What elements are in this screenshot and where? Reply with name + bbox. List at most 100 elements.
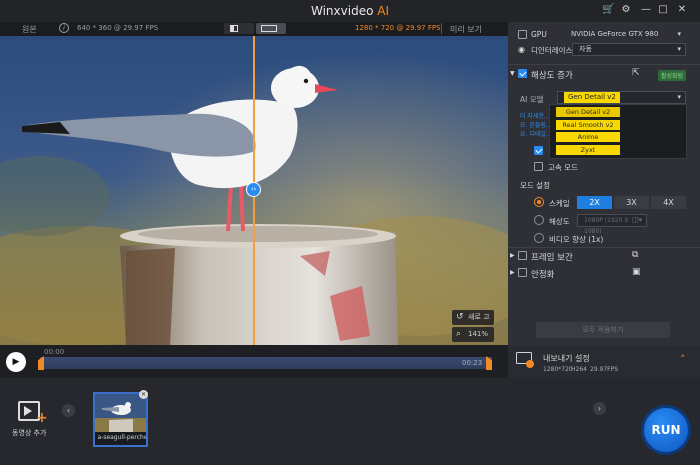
clip-thumbnail-image: [95, 394, 146, 432]
stabilize-label: 안정화: [531, 270, 555, 280]
chevron-left-icon: ‹: [66, 406, 71, 415]
output-info: 1280 * 720 @ 29.97 FPS: [355, 24, 441, 32]
expand-icon[interactable]: ▶: [510, 252, 515, 259]
export-title: 내보내기 설정: [543, 354, 590, 363]
upscale-checkbox[interactable]: [518, 69, 527, 78]
scroll-right-button[interactable]: ›: [593, 402, 606, 415]
plus-icon: +: [36, 410, 48, 426]
zoom-icon: ⌕: [456, 329, 462, 339]
preview-topbar: 원본 i 640 * 360 @ 29.97 FPS 1280 * 720 @ …: [0, 22, 508, 36]
split-handle-icon[interactable]: ‹›: [246, 182, 261, 197]
resize-icon[interactable]: ⇱: [632, 68, 640, 78]
app-title: Winxvideo AI: [0, 4, 700, 18]
scale-4x-button[interactable]: 4X: [651, 196, 686, 209]
video-clip-thumbnail[interactable]: a-seagull-perche: [93, 392, 148, 447]
clip-name: a-seagull-perche: [97, 434, 148, 441]
zoom-label: 141%: [468, 330, 489, 338]
chevron-right-icon: ›: [597, 404, 602, 413]
fast-mode-label: 고속 모드: [548, 163, 578, 172]
deinterlace-label: 디인터레이스: [531, 46, 573, 55]
quality-radio[interactable]: [534, 233, 544, 243]
divider: [508, 247, 700, 248]
gpu-value: NVIDIA GeForce GTX 980: [571, 30, 659, 38]
zoom-control[interactable]: ⌕ 141%: [452, 327, 494, 342]
dropdown-option[interactable]: Real Smooth v2: [556, 120, 620, 130]
add-video-label: 동영상 추가: [12, 429, 47, 437]
original-label: 원본: [22, 25, 37, 34]
stabilize-checkbox[interactable]: [518, 268, 527, 277]
dropdown-option[interactable]: Gen Detail v2: [556, 107, 620, 117]
minimize-icon[interactable]: —: [640, 4, 652, 16]
app-title-ai: AI: [377, 4, 389, 18]
gpu-select[interactable]: NVIDIA GeForce GTX 980 ▾: [564, 28, 686, 41]
scale-label: 스케일: [549, 199, 570, 208]
split-view-button[interactable]: [224, 23, 254, 34]
option-checkbox[interactable]: [534, 146, 543, 155]
cart-icon[interactable]: 🛒: [602, 4, 614, 16]
close-icon[interactable]: ✕: [676, 4, 688, 16]
gear-icon[interactable]: ⚙: [620, 4, 632, 16]
divider: [441, 23, 442, 34]
export-fps: 29.97FPS: [590, 366, 619, 373]
side-by-side-icon: [261, 25, 277, 32]
apply-all-label: 모두 적용하기: [582, 326, 624, 334]
desc-line: 요. 흔들림…: [520, 122, 552, 129]
split-view-icon: [230, 25, 238, 32]
run-button[interactable]: RUN: [641, 405, 691, 455]
dropdown-option[interactable]: Zyxt: [556, 145, 620, 155]
timeline-track[interactable]: [40, 357, 492, 369]
deinterlace-select[interactable]: 자동 ▾: [572, 43, 686, 56]
original-info: 640 * 360 @ 29.97 FPS: [77, 24, 159, 32]
export-res: 1280*720: [543, 366, 573, 373]
deinterlace-value: 자동: [579, 45, 592, 53]
run-label: RUN: [651, 423, 681, 437]
resolution-radio[interactable]: [534, 215, 544, 225]
export-codec: H264: [571, 366, 587, 373]
play-button[interactable]: ▶: [6, 352, 26, 372]
model-label: AI 모델: [520, 95, 544, 104]
scale-3x-button[interactable]: 3X: [614, 196, 649, 209]
gpu-label: GPU: [531, 30, 547, 39]
app-title-main: Winxvideo: [311, 4, 374, 18]
title-bar: Winxvideo AI 🛒 ⚙ — □ ✕: [0, 0, 700, 22]
chevron-down-icon: ▾: [677, 30, 681, 38]
frame-interp-checkbox[interactable]: [518, 251, 527, 260]
chevron-down-icon: ▾: [677, 93, 681, 101]
divider: [508, 64, 700, 65]
remove-clip-icon[interactable]: ✕: [139, 390, 148, 399]
play-icon: ▶: [12, 357, 20, 367]
scale-2x-button[interactable]: 2X: [577, 196, 612, 209]
scale-radio[interactable]: [534, 197, 544, 207]
quality-label: 비디오 향상 (1x): [549, 235, 604, 244]
expand-icon[interactable]: ▶: [510, 269, 515, 276]
chevron-down-icon: ▾: [677, 45, 681, 53]
mode-settings-label: 모드 설정: [520, 181, 550, 190]
link-icon: ◫: [632, 215, 640, 224]
dropdown-option[interactable]: Anime: [556, 132, 620, 142]
info-icon[interactable]: i: [59, 23, 69, 33]
camera-icon: ▣: [632, 267, 641, 277]
model-select[interactable]: Gen Detail v2 ▾: [557, 91, 686, 104]
frames-icon: ⧉: [632, 250, 639, 260]
desc-line: 더 자세한…: [520, 113, 550, 120]
resolution-label: 해상도: [549, 217, 570, 226]
gpu-checkbox[interactable]: [518, 30, 527, 39]
scroll-left-button[interactable]: ‹: [62, 404, 75, 417]
status-badge: 활성화됨: [658, 70, 687, 81]
play-triangle-icon: [24, 406, 32, 416]
model-value: Gen Detail v2: [564, 92, 620, 103]
deinterlace-icon: ◉: [518, 45, 525, 54]
desc-line: 요. 디테일…: [520, 131, 552, 138]
gear-icon: [526, 360, 534, 368]
time-end: 00:23: [462, 359, 483, 367]
upscale-label: 해상도 증가: [531, 71, 573, 81]
frame-interp-label: 프레임 보간: [531, 253, 573, 263]
refresh-icon: ↺: [456, 312, 464, 322]
reset-button[interactable]: ↺새로 고침: [452, 310, 494, 336]
export-settings[interactable]: [508, 345, 700, 378]
apply-all-button[interactable]: 모두 적용하기: [536, 322, 670, 338]
collapse-icon[interactable]: ▼: [510, 70, 515, 77]
maximize-icon[interactable]: □: [657, 4, 669, 16]
fast-mode-checkbox[interactable]: [534, 162, 543, 171]
expand-up-icon[interactable]: ˄: [680, 353, 686, 366]
